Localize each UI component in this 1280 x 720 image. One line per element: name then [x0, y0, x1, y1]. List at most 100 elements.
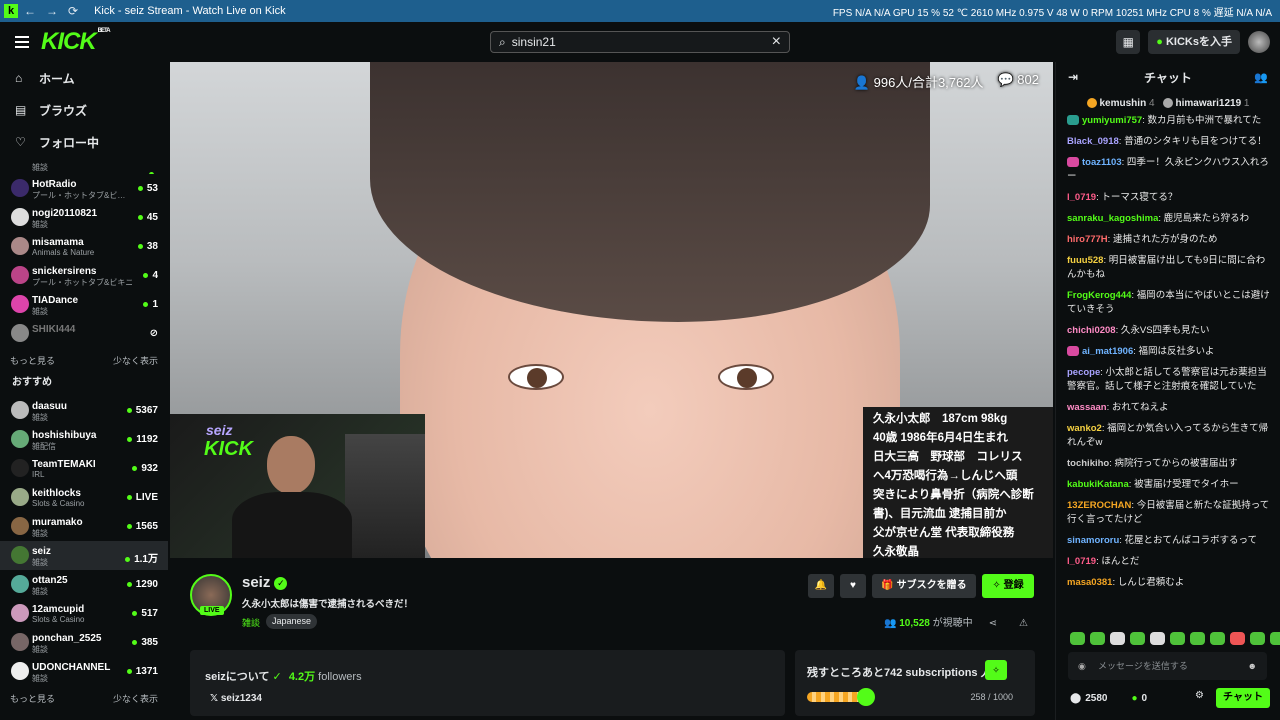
chat-message: masa0381: しんじ君頼むよ — [1067, 577, 1185, 588]
emote-icon[interactable] — [1170, 632, 1185, 645]
sidebar-channel[interactable]: hoshishibuya 雑配信 1192 — [0, 425, 168, 454]
sidebar-channel[interactable]: muramako 雑談 1565 — [0, 512, 168, 541]
get-kicks-button[interactable]: ● KICKsを入手 — [1148, 30, 1240, 54]
category-link[interactable]: 雑談 — [242, 614, 260, 629]
user-avatar[interactable] — [1248, 31, 1270, 53]
chat-username[interactable]: toaz1103 — [1082, 157, 1122, 168]
layout-icon[interactable]: ▦ — [1116, 30, 1141, 54]
emote-icon[interactable] — [1130, 632, 1145, 645]
send-chat-button[interactable]: チャット — [1216, 688, 1270, 708]
channel-name: hoshishibuya — [32, 430, 97, 441]
show-less-link[interactable]: 少なく表示 — [113, 354, 158, 367]
chat-username[interactable]: FrogKerog444 — [1067, 290, 1131, 301]
top-gifter[interactable]: himawari1219 1 — [1162, 98, 1249, 109]
chat-username[interactable]: fuuu528 — [1067, 255, 1103, 266]
sidebar-channel[interactable]: ottan25 雑談 1290 — [0, 570, 168, 599]
sidebar-channel[interactable]: misamama Animals & Nature 38 — [0, 232, 168, 261]
gift-icon: 🎁 — [881, 580, 897, 591]
video-player[interactable]: 👤 996人/合計3,762人 💬 802 seiz KICK 久永小太郎 18… — [170, 62, 1053, 558]
sidebar: ⌂ ホーム ▤ ブラウズ ♡ フォロー中 雑談 HotRadio プール・ホットタブ&ビ… 53… — [0, 62, 168, 720]
chat-username[interactable]: l_0719 — [1067, 556, 1096, 567]
emote-icon[interactable] — [1090, 632, 1105, 645]
clear-search-icon[interactable]: × — [772, 33, 781, 51]
reload-icon[interactable]: ⟳ — [68, 4, 78, 18]
users-icon[interactable]: 👥 — [1254, 71, 1268, 84]
emote-icon[interactable] — [1110, 632, 1125, 645]
top-gifter[interactable]: kemushin 4 — [1086, 98, 1155, 109]
chat-username[interactable]: sinamororu — [1067, 535, 1119, 546]
sidebar-channel[interactable]: TIADance 雑談 1 — [0, 290, 168, 319]
chat-username[interactable]: sanraku_kagoshima — [1067, 213, 1158, 224]
chat-panel: ⇥ チャット 👥 kemushin 4 himawari1219 1 yumiyu… — [1055, 62, 1280, 720]
viewer-count: 1192 — [127, 434, 158, 445]
sidebar-channel[interactable]: keithlocks Slots & Casino LIVE — [0, 483, 168, 512]
channel-name: seiz — [32, 546, 51, 557]
nav-item-1[interactable]: ▤ ブラウズ — [0, 94, 168, 126]
channel-avatar — [11, 430, 29, 448]
emote-icon[interactable] — [1250, 632, 1265, 645]
channel-avatar — [11, 179, 29, 197]
sidebar-channel[interactable]: seiz 雑談 1.1万 — [0, 541, 168, 570]
emote-icon[interactable] — [1190, 632, 1205, 645]
channel-name: 12amcupid — [32, 604, 85, 615]
gift-subs-button[interactable]: 🎁 サブスクを贈る — [872, 574, 976, 598]
chat-username[interactable]: tochikiho — [1067, 458, 1109, 469]
back-icon[interactable]: ← — [24, 4, 36, 18]
forward-icon[interactable]: → — [46, 4, 58, 18]
channel-name: TeamTEMAKI — [32, 459, 96, 470]
sidebar-channel[interactable]: SHIKI444 ⊘ — [0, 319, 168, 348]
emote-icon[interactable] — [1270, 632, 1280, 645]
chat-username[interactable]: l_0719 — [1067, 192, 1096, 203]
bell-icon[interactable]: 🔔 — [808, 574, 834, 598]
search-value: sinsin21 — [511, 35, 556, 49]
chat-username[interactable]: kabukiKatana — [1067, 479, 1129, 490]
show-more-recommended-link[interactable]: もっと見る — [10, 692, 55, 705]
report-icon[interactable]: ⚠ — [1019, 618, 1028, 629]
search-input[interactable]: ⌕ sinsin21 × — [490, 31, 790, 53]
heart-icon[interactable]: ♥ — [840, 574, 866, 598]
chat-username[interactable]: chichi0208 — [1067, 325, 1116, 336]
chat-username[interactable]: wanko2 — [1067, 423, 1102, 434]
nav-item-2[interactable]: ♡ フォロー中 — [0, 126, 168, 158]
chat-username[interactable]: 13ZEROCHAN — [1067, 500, 1131, 511]
sidebar-channel[interactable]: HotRadio プール・ホットタブ&ビ… 53 — [0, 174, 168, 203]
chat-username[interactable]: wassaan — [1067, 402, 1107, 413]
channel-avatar — [11, 401, 29, 419]
settings-icon[interactable]: ⚙ — [1195, 690, 1204, 701]
emote-icon[interactable] — [1070, 632, 1085, 645]
channel-category: プール・ホットタブ&ビキニ — [32, 278, 132, 287]
follow-button[interactable]: ✧ 登録 — [982, 574, 1034, 598]
sidebar-channel[interactable]: UDONCHANNEL 雑談 1371 — [0, 657, 168, 686]
chat-username[interactable]: masa0381 — [1067, 577, 1112, 588]
emote-icon[interactable] — [1150, 632, 1165, 645]
sidebar-channel[interactable]: nogi20110821 雑談 45 — [0, 203, 168, 232]
chat-username[interactable]: pecope — [1067, 367, 1100, 378]
chat-username[interactable]: Black_0918 — [1067, 136, 1119, 147]
sidebar-channel[interactable]: snickersirens プール・ホットタブ&ビキニ 4 — [0, 261, 168, 290]
menu-icon[interactable] — [15, 36, 29, 48]
language-tag[interactable]: Japanese — [266, 614, 318, 629]
show-more-link[interactable]: もっと見る — [10, 354, 55, 367]
chat-username[interactable]: hiro777H — [1067, 234, 1108, 245]
sidebar-channel[interactable]: 雑談 — [0, 160, 168, 174]
chat-message: tochikiho: 病院行ってからの被害届出す — [1067, 458, 1238, 469]
sidebar-channel[interactable]: TeamTEMAKI IRL 932 — [0, 454, 168, 483]
share-icon[interactable]: ⋖ — [989, 618, 997, 629]
chat-username[interactable]: yumiyumi757 — [1082, 115, 1142, 126]
sidebar-channel[interactable]: ponchan_2525 雑談 385 — [0, 628, 168, 657]
show-less-recommended-link[interactable]: 少なく表示 — [113, 692, 158, 705]
collapse-chat-icon[interactable]: ⇥ — [1068, 70, 1078, 84]
emote-icon[interactable] — [1230, 632, 1245, 645]
channel-avatar — [11, 575, 29, 593]
twitter-link[interactable]: 𝕏 seiz1234 — [210, 693, 262, 704]
sidebar-channel[interactable]: 12amcupid Slots & Casino 517 — [0, 599, 168, 628]
kick-logo[interactable]: KICK BETA — [41, 28, 111, 56]
chat-input[interactable]: ◉ メッセージを送信する ☻ — [1068, 652, 1267, 680]
sidebar-channel[interactable]: daasuu 雑談 5367 — [0, 396, 168, 425]
chat-username[interactable]: ai_mat1906 — [1082, 346, 1133, 357]
nav-item-0[interactable]: ⌂ ホーム — [0, 62, 168, 94]
emote-icon[interactable] — [1210, 632, 1225, 645]
emoji-icon[interactable]: ☻ — [1248, 652, 1257, 680]
channel-name[interactable]: seiz ✓ — [242, 574, 288, 591]
sub-goal-button[interactable]: ✧ — [985, 660, 1007, 680]
